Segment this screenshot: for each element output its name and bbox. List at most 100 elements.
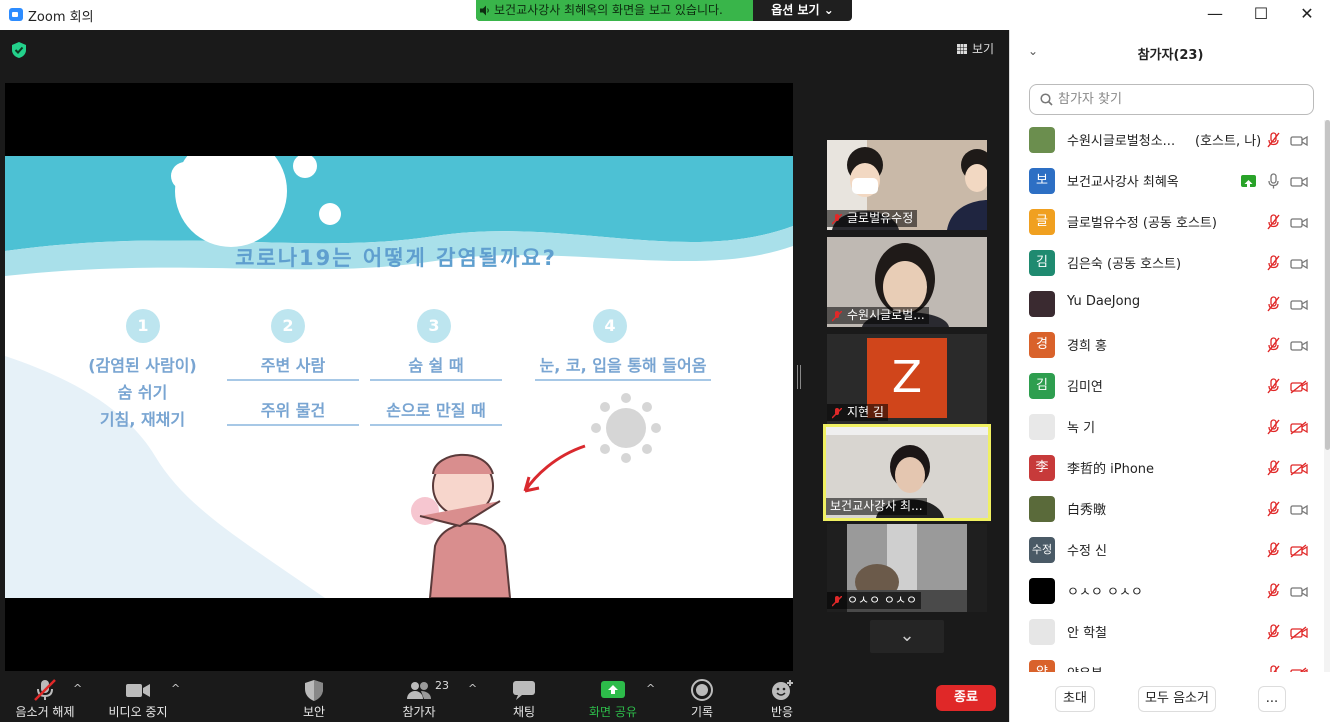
- mic-muted-icon[interactable]: [1266, 419, 1281, 435]
- participant-row[interactable]: 양 양은봉: [1010, 653, 1324, 672]
- video-camera-icon[interactable]: [1290, 502, 1308, 516]
- participant-row[interactable]: 녹 기: [1010, 407, 1324, 448]
- video-tile-active-speaker[interactable]: 보건교사강사 최...: [823, 424, 991, 521]
- chat-bubble-icon: [513, 681, 535, 700]
- share-screen-button[interactable]: 화면 공유: [580, 672, 646, 722]
- minimize-button[interactable]: —: [1192, 0, 1238, 30]
- view-button[interactable]: 보기: [948, 37, 1002, 61]
- video-off-icon[interactable]: [1290, 543, 1308, 558]
- end-meeting-button[interactable]: 종료: [936, 685, 996, 711]
- security-button[interactable]: 보안: [284, 672, 344, 722]
- participant-row[interactable]: ㅇㅅㅇ ㅇㅅㅇ: [1010, 571, 1324, 612]
- mic-muted-icon[interactable]: [1266, 214, 1281, 230]
- video-camera-icon[interactable]: [1290, 297, 1308, 311]
- collapse-panel-chevron-icon[interactable]: ⌄: [1028, 44, 1038, 58]
- participant-row[interactable]: 김 김미연: [1010, 366, 1324, 407]
- participant-row[interactable]: 안 학철: [1010, 612, 1324, 653]
- meeting-area: 보기 코로나19는 어떻게 감염될까요? 1 (감염된 사람이) 숨 쉬기 기침…: [0, 30, 1009, 672]
- stop-video-label: 비디오 중지: [108, 705, 168, 719]
- video-camera-icon[interactable]: [1290, 256, 1308, 270]
- video-off-icon[interactable]: [1290, 379, 1308, 394]
- step-4-number: 4: [593, 309, 627, 343]
- mic-muted-icon[interactable]: [1266, 132, 1281, 148]
- video-off-icon[interactable]: [1290, 461, 1308, 476]
- more-options-button[interactable]: ...: [1258, 686, 1286, 712]
- mic-muted-icon: [34, 679, 56, 701]
- participant-name: 김미연: [1067, 380, 1103, 395]
- title-bar: Zoom 회의 보건교사강사 최혜옥의 화면을 보고 있습니다. 옵션 보기 ⌄…: [0, 0, 1330, 30]
- mic-muted-icon[interactable]: [1266, 501, 1281, 517]
- slide-title: 코로나19는 어떻게 감염될까요?: [235, 246, 557, 270]
- record-button[interactable]: 기록: [678, 672, 726, 722]
- video-camera-icon[interactable]: [1290, 133, 1308, 147]
- mic-muted-icon: [832, 311, 842, 322]
- split-resize-handle[interactable]: [797, 365, 801, 389]
- mic-muted-icon[interactable]: [1266, 296, 1281, 312]
- view-options-button[interactable]: 옵션 보기 ⌄: [753, 0, 852, 21]
- participant-row[interactable]: 보 보건교사강사 최혜옥: [1010, 161, 1324, 202]
- video-options-caret[interactable]: ^: [171, 682, 180, 695]
- step-3-number: 3: [417, 309, 451, 343]
- mic-muted-icon[interactable]: [1266, 255, 1281, 271]
- reactions-button[interactable]: 반응: [758, 672, 806, 722]
- mic-muted-icon[interactable]: [1266, 460, 1281, 476]
- participant-avatar: 양: [1029, 660, 1055, 672]
- participant-name: 김은숙 (공동 호스트): [1067, 257, 1182, 272]
- encryption-shield-icon[interactable]: [9, 40, 29, 60]
- participant-row[interactable]: 수정 수정 신: [1010, 530, 1324, 571]
- stop-video-button[interactable]: 비디오 중지: [102, 672, 174, 722]
- video-off-icon[interactable]: [1290, 625, 1308, 640]
- scrollbar-thumb[interactable]: [1325, 120, 1330, 450]
- mic-muted-icon[interactable]: [1266, 542, 1281, 558]
- step-2-line-2: 주위 물건: [227, 397, 359, 426]
- participant-row[interactable]: 李李哲的 iPhone: [1010, 448, 1324, 489]
- participant-name: 경희 홍: [1067, 339, 1108, 354]
- participant-row[interactable]: 白秀暾: [1010, 489, 1324, 530]
- participant-row[interactable]: Yu DaeJong: [1010, 284, 1324, 325]
- video-camera-icon[interactable]: [1290, 338, 1308, 352]
- participant-name: 白秀暾: [1067, 503, 1107, 518]
- participant-row[interactable]: 수원시글로벌청소... (호스트, 나): [1010, 120, 1324, 161]
- invite-button[interactable]: 초대: [1055, 686, 1095, 712]
- video-tile[interactable]: 글로벌유수정: [827, 140, 987, 230]
- step-2-number: 2: [271, 309, 305, 343]
- participant-search-input[interactable]: 참가자 찾기: [1029, 84, 1314, 115]
- video-camera-icon[interactable]: [1290, 174, 1308, 188]
- participant-row[interactable]: 경 경희 홍: [1010, 325, 1324, 366]
- video-off-icon[interactable]: [1290, 420, 1308, 435]
- video-tile[interactable]: ㅇㅅㅇ ㅇㅅㅇ: [827, 524, 987, 612]
- participant-avatar: [1029, 414, 1055, 440]
- mic-muted-icon[interactable]: [1266, 665, 1281, 672]
- video-camera-icon[interactable]: [1290, 584, 1308, 598]
- unmute-button[interactable]: 음소거 해제: [8, 672, 82, 722]
- reactions-label: 반응: [770, 705, 794, 719]
- video-off-icon[interactable]: [1290, 666, 1308, 672]
- mute-all-button[interactable]: 모두 음소거: [1138, 686, 1216, 712]
- mic-muted-icon[interactable]: [1266, 583, 1281, 599]
- participant-avatar: 보: [1029, 168, 1055, 194]
- participants-count: 23: [435, 679, 449, 692]
- chat-button[interactable]: 채팅: [500, 672, 548, 722]
- record-label: 기록: [690, 705, 714, 719]
- video-tile[interactable]: Z 지현 김: [827, 334, 987, 424]
- security-label: 보안: [302, 705, 326, 719]
- scroll-down-button[interactable]: ⌄: [870, 620, 944, 653]
- video-camera-icon: [126, 684, 150, 697]
- participant-row[interactable]: 글 글로벌유수정 (공동 호스트): [1010, 202, 1324, 243]
- participant-row[interactable]: 김 김은숙 (공동 호스트): [1010, 243, 1324, 284]
- zoom-window: Zoom 회의 보건교사강사 최혜옥의 화면을 보고 있습니다. 옵션 보기 ⌄…: [0, 0, 1330, 722]
- participant-list-scrollbar[interactable]: [1324, 120, 1330, 672]
- mic-icon[interactable]: [1266, 173, 1281, 189]
- participants-options-caret[interactable]: ^: [468, 682, 477, 695]
- maximize-button[interactable]: ☐: [1238, 0, 1284, 30]
- participant-list[interactable]: 수원시글로벌청소... (호스트, 나) 보 보건교사강사 최혜옥 글 글로벌유수정 (공…: [1010, 120, 1324, 672]
- video-camera-icon[interactable]: [1290, 215, 1308, 229]
- participant-name: Yu DaeJong: [1067, 294, 1141, 309]
- mic-muted-icon[interactable]: [1266, 337, 1281, 353]
- close-button[interactable]: ✕: [1284, 0, 1330, 30]
- video-tile[interactable]: 수원시글로벌...: [827, 237, 987, 327]
- audio-options-caret[interactable]: ^: [73, 682, 82, 695]
- mic-muted-icon[interactable]: [1266, 378, 1281, 394]
- mic-muted-icon[interactable]: [1266, 624, 1281, 640]
- share-options-caret[interactable]: ^: [646, 682, 655, 695]
